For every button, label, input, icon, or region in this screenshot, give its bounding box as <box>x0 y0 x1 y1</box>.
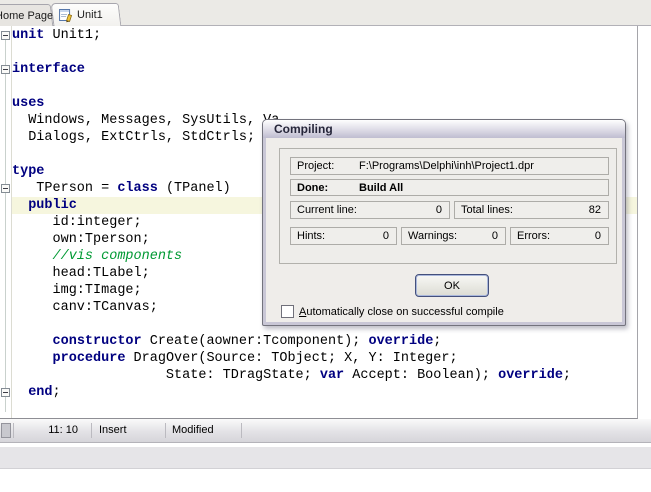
fold-collapse-icon[interactable] <box>1 184 10 193</box>
modified-flag: Modified <box>172 424 214 436</box>
status-separator <box>91 423 92 438</box>
project-path: F:\Programs\Delphi\inh\Project1.dpr <box>359 160 534 172</box>
current-line-panel: Current line: 0 <box>290 201 450 219</box>
dialog-titlebar[interactable]: Compiling <box>263 120 625 138</box>
hints-value: 0 <box>383 230 389 242</box>
fold-collapse-icon[interactable] <box>1 65 10 74</box>
dialog-client: Project: F:\Programs\Delphi\inh\Project1… <box>266 138 622 322</box>
unit-file-icon <box>58 7 74 23</box>
status-grip <box>1 423 11 438</box>
ok-button[interactable]: OK <box>415 274 489 297</box>
code-line <box>12 78 637 95</box>
auto-close-checkbox-row: Automatically close on successful compil… <box>281 305 504 318</box>
docked-panel-strip <box>0 446 651 469</box>
current-line-label: Current line: <box>297 204 357 216</box>
total-lines-panel: Total lines: 82 <box>454 201 609 219</box>
hints-label: Hints: <box>297 230 325 242</box>
code-line: constructor Create(aowner:Tcomponent); o… <box>12 333 637 350</box>
errors-value: 0 <box>595 230 601 242</box>
compile-stats-group: Project: F:\Programs\Delphi\inh\Project1… <box>279 148 617 264</box>
editor-tab-bar: Home Page Unit1 <box>0 0 651 26</box>
delphi-ide-window: Home Page Unit1 unit Unit1; interface uses… <box>0 0 651 492</box>
code-line: unit Unit1; <box>12 27 637 44</box>
warnings-panel: Warnings: 0 <box>401 227 506 245</box>
current-line-value: 0 <box>436 204 442 216</box>
auto-close-checkbox[interactable] <box>281 305 294 318</box>
total-lines-label: Total lines: <box>461 204 513 216</box>
tab-home-page[interactable]: Home Page <box>0 4 53 26</box>
code-line: interface <box>12 61 637 78</box>
insert-mode: Insert <box>99 424 127 436</box>
dialog-title: Compiling <box>274 122 333 136</box>
done-panel: Done: Build All <box>290 179 609 196</box>
status-bar: 11: 10 Insert Modified Code Design Histo… <box>0 419 651 443</box>
warnings-value: 0 <box>492 230 498 242</box>
code-line: procedure DragOver(Source: TObject; X, Y… <box>12 350 637 367</box>
code-line: State: TDragState; var Accept: Boolean);… <box>12 367 637 384</box>
tab-unit1-label: Unit1 <box>77 9 103 21</box>
compiling-dialog: Compiling Project: F:\Programs\Delphi\in… <box>262 119 626 326</box>
errors-panel: Errors: 0 <box>510 227 609 245</box>
fold-connector-line <box>5 40 6 412</box>
fold-collapse-icon[interactable] <box>1 31 10 40</box>
status-separator <box>165 423 166 438</box>
code-line: end; <box>12 384 637 401</box>
code-line: uses <box>12 95 637 112</box>
status-separator <box>241 423 242 438</box>
done-label: Done: <box>297 182 328 194</box>
tab-unit1[interactable]: Unit1 <box>51 3 122 26</box>
project-label: Project: <box>297 160 334 172</box>
errors-label: Errors: <box>517 230 550 242</box>
fold-collapse-icon[interactable] <box>1 388 10 397</box>
tab-home-page-label: Home Page <box>0 10 53 22</box>
project-panel: Project: F:\Programs\Delphi\inh\Project1… <box>290 157 609 175</box>
done-value: Build All <box>359 182 403 194</box>
code-line <box>12 44 637 61</box>
total-lines-value: 82 <box>589 204 601 216</box>
warnings-label: Warnings: <box>408 230 457 242</box>
hints-panel: Hints: 0 <box>290 227 397 245</box>
caret-position: 11: 10 <box>20 424 78 436</box>
auto-close-checkbox-label: Automatically close on successful compil… <box>299 306 504 318</box>
status-separator <box>13 423 14 438</box>
